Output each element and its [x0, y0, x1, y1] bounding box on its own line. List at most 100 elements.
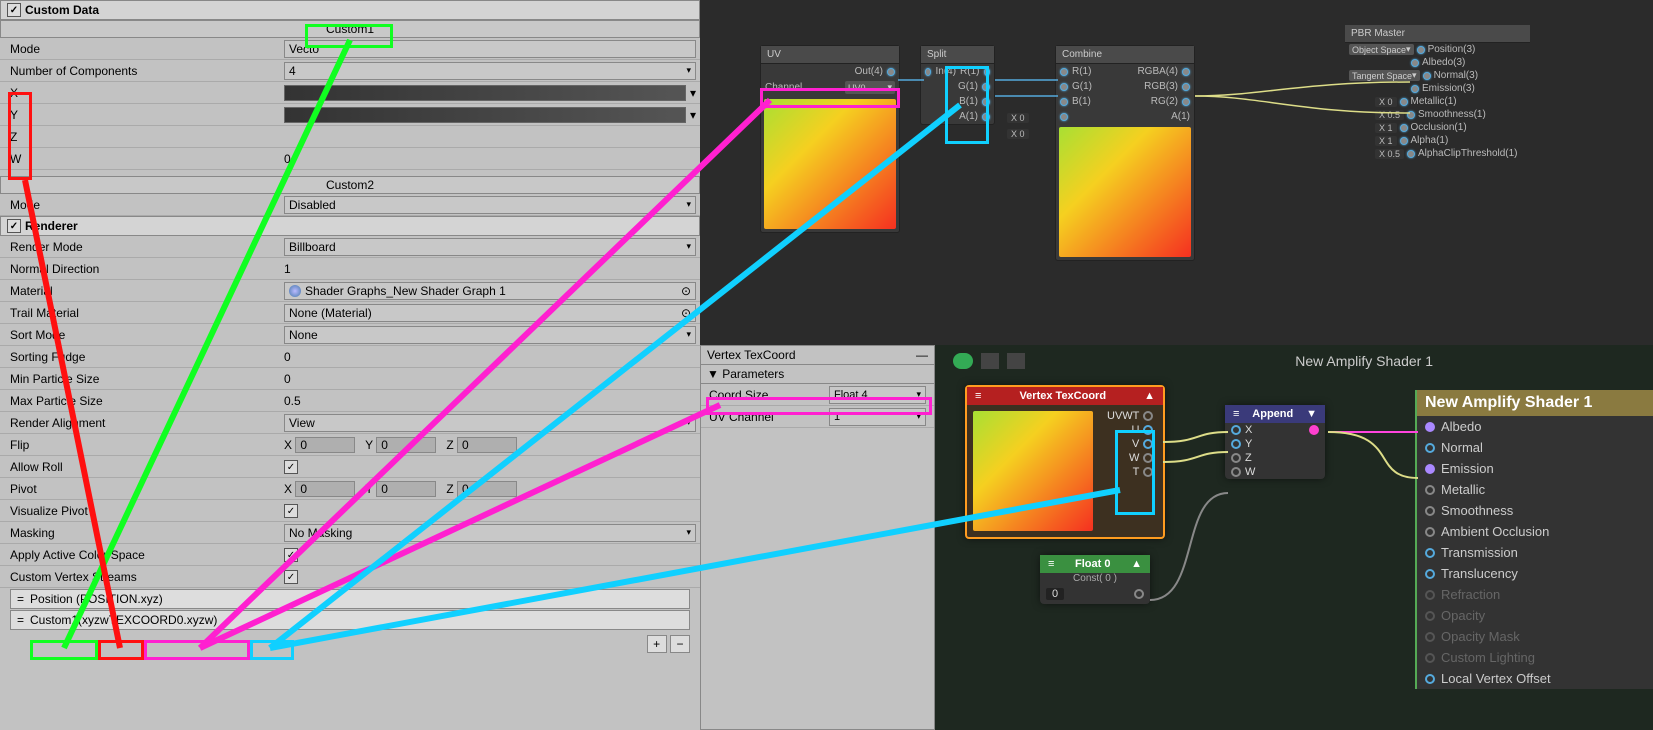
pbr-occlusion-port[interactable] — [1400, 124, 1408, 132]
w-port[interactable] — [1143, 453, 1153, 463]
normal-dir-value[interactable]: 1 — [284, 262, 696, 276]
render-mode-dropdown[interactable]: Billboard▾ — [284, 238, 696, 256]
append-w-port[interactable] — [1231, 467, 1241, 477]
hamburger-icon[interactable]: ≡ — [1233, 408, 1239, 420]
uv-out-port[interactable] — [887, 68, 895, 76]
amplify-canvas[interactable]: New Amplify Shader 1 ≡ Vertex TexCoord ▲… — [935, 345, 1653, 730]
smoothness-port[interactable] — [1425, 506, 1435, 516]
pivot-z-field[interactable]: 0 — [457, 481, 517, 497]
albedo-port[interactable] — [1425, 422, 1435, 432]
pbr-clip-port[interactable] — [1407, 150, 1415, 158]
max-ps-value[interactable]: 0.5 — [284, 394, 696, 408]
params-foldout[interactable]: ▼ Parameters — [701, 365, 934, 384]
sort-mode-dropdown[interactable]: None▾ — [284, 326, 696, 344]
ao-port[interactable] — [1425, 527, 1435, 537]
combine-g-in[interactable] — [1060, 83, 1068, 91]
pbr-metallic-port[interactable] — [1400, 98, 1408, 106]
render-align-dropdown[interactable]: View▾ — [284, 414, 696, 432]
pbr-emission-port[interactable] — [1411, 85, 1419, 93]
uvwt-port[interactable] — [1143, 411, 1153, 421]
stream-position[interactable]: = Position (POSITION.xyz) — [10, 589, 690, 609]
x-menu-icon[interactable]: ▾ — [690, 86, 696, 100]
num-components-field[interactable]: 4▾ — [284, 62, 696, 80]
masking-dropdown[interactable]: No Masking▾ — [284, 524, 696, 542]
tan-space-dropdown[interactable]: Tangent Space ▾ — [1349, 70, 1420, 81]
combine-a-default[interactable]: X 0 — [1007, 129, 1029, 140]
x-slider[interactable] — [284, 85, 686, 101]
object-picker-icon[interactable]: ⊙ — [681, 306, 691, 320]
combine-rgba-out[interactable] — [1182, 68, 1190, 76]
pbr-normal-port[interactable] — [1423, 72, 1431, 80]
y-slider[interactable] — [284, 107, 686, 123]
streams-checkbox[interactable]: ✓ — [284, 570, 298, 584]
y-menu-icon[interactable]: ▾ — [690, 108, 696, 122]
emission-port[interactable] — [1425, 464, 1435, 474]
split-r-port[interactable] — [984, 68, 990, 76]
append-z-port[interactable] — [1231, 453, 1241, 463]
amplify-output-node[interactable]: New Amplify Shader 1 Albedo Normal Emiss… — [1415, 390, 1653, 689]
pbr-alpha-port[interactable] — [1400, 137, 1408, 145]
renderer-header[interactable]: ✓ Renderer — [0, 216, 700, 236]
split-a-port[interactable] — [982, 113, 990, 121]
toggle-live-icon[interactable] — [953, 353, 973, 369]
minimize-icon[interactable]: — — [916, 348, 928, 362]
u-port[interactable] — [1143, 425, 1153, 435]
split-in-port[interactable] — [925, 68, 931, 76]
coord-size-dropdown[interactable]: Float 4▾ — [829, 386, 926, 404]
append-out-port[interactable] — [1309, 425, 1319, 435]
vtc-node[interactable]: ≡ Vertex TexCoord ▲ UVWT U V W T — [965, 385, 1165, 539]
pbr-smoothness-port[interactable] — [1407, 111, 1415, 119]
collapse-icon[interactable]: ▲ — [1131, 558, 1142, 570]
pbr-master-node[interactable]: PBR Master Object Space ▾Position(3) Alb… — [1345, 25, 1530, 160]
uv-channel-dropdown[interactable]: 1▾ — [829, 408, 926, 426]
combine-node[interactable]: Combine R(1)RGBA(4) G(1)RGB(3) B(1)RG(2)… — [1055, 45, 1195, 261]
add-stream-button[interactable]: + — [647, 635, 667, 653]
object-picker-icon[interactable]: ⊙ — [681, 284, 691, 298]
w-value[interactable]: 0 — [284, 152, 696, 166]
float-value-field[interactable]: 0 — [1046, 588, 1064, 600]
normal-port[interactable] — [1425, 443, 1435, 453]
combine-a-in[interactable] — [1060, 113, 1068, 121]
float-node[interactable]: ≡ Float 0 ▲ Const( 0 ) 0 — [1040, 555, 1150, 604]
v-port[interactable] — [1143, 439, 1153, 449]
lvo-port[interactable] — [1425, 674, 1435, 684]
split-node[interactable]: Split In(4)R(1) G(1) B(1) A(1) — [920, 45, 995, 125]
trail-mat-field[interactable]: None (Material)⊙ — [284, 304, 696, 322]
combine-b-in[interactable] — [1060, 98, 1068, 106]
obj-space-dropdown[interactable]: Object Space ▾ — [1349, 44, 1414, 55]
translucency-port[interactable] — [1425, 569, 1435, 579]
split-g-port[interactable] — [982, 83, 990, 91]
append-y-port[interactable] — [1231, 439, 1241, 449]
uv-channel-dropdown[interactable]: UV0▾ — [845, 81, 895, 94]
float-out-port[interactable] — [1134, 589, 1144, 599]
remove-stream-button[interactable]: − — [670, 635, 690, 653]
viz-pivot-checkbox[interactable]: ✓ — [284, 504, 298, 518]
flip-y-field[interactable]: 0 — [376, 437, 436, 453]
material-field[interactable]: Shader Graphs_New Shader Graph 1⊙ — [284, 282, 696, 300]
pbr-albedo-port[interactable] — [1411, 59, 1419, 67]
pivot-y-field[interactable]: 0 — [376, 481, 436, 497]
min-ps-value[interactable]: 0 — [284, 372, 696, 386]
combine-rgb-out[interactable] — [1182, 83, 1190, 91]
trans-port[interactable] — [1425, 548, 1435, 558]
color-space-checkbox[interactable]: ✓ — [284, 548, 298, 562]
uv-node[interactable]: UV Out(4) ChannelUV0▾ — [760, 45, 900, 233]
append-node[interactable]: ≡ Append ▼ X Y Z W — [1225, 405, 1325, 479]
flip-z-field[interactable]: 0 — [457, 437, 517, 453]
append-x-port[interactable] — [1231, 425, 1241, 435]
combine-b-default[interactable]: X 0 — [1007, 113, 1029, 124]
sort-fudge-value[interactable]: 0 — [284, 350, 696, 364]
toolbar-icon-1[interactable] — [981, 353, 999, 369]
hamburger-icon[interactable]: ≡ — [975, 390, 981, 402]
pbr-position-port[interactable] — [1417, 46, 1425, 54]
metallic-port[interactable] — [1425, 485, 1435, 495]
renderer-checkbox[interactable]: ✓ — [7, 219, 21, 233]
toolbar-icon-2[interactable] — [1007, 353, 1025, 369]
mode2-dropdown[interactable]: Disabled▾ — [284, 196, 696, 214]
custom-data-header[interactable]: ✓ Custom Data — [0, 0, 700, 20]
stream-custom1[interactable]: = Custom1 (xyzw TEXCOORD0.xyzw) — [10, 610, 690, 630]
collapse-icon[interactable]: ▼ — [1306, 408, 1317, 420]
custom-data-checkbox[interactable]: ✓ — [7, 3, 21, 17]
combine-r-in[interactable] — [1060, 68, 1068, 76]
split-b-port[interactable] — [982, 98, 990, 106]
